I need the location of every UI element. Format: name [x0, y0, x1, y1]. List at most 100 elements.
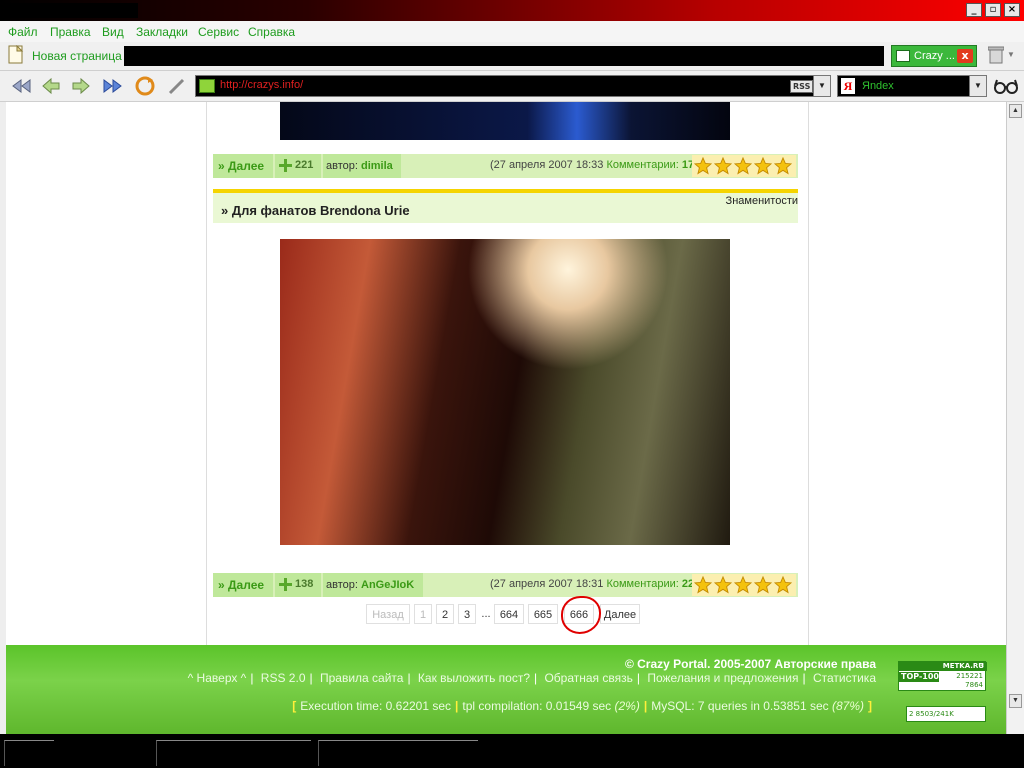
footer-link-suggestions[interactable]: Пожелания и предложения: [647, 671, 798, 685]
rss-badge[interactable]: RSS: [790, 80, 814, 93]
scroll-down-icon[interactable]: ▼: [1009, 694, 1022, 708]
fast-forward-icon[interactable]: [102, 75, 124, 97]
plus-count: 221: [295, 159, 314, 171]
scroll-up-icon[interactable]: ▲: [1009, 104, 1022, 118]
navigation-bar: http://crazys.info/ RSS ▼ Я Яndex ▼: [0, 71, 1024, 102]
pager-ellipsis: ...: [480, 604, 492, 624]
maximize-button[interactable]: ▫: [985, 3, 1001, 17]
page-viewport: » Далее 221 автор: dimila (27 апреля 200…: [6, 102, 1006, 734]
star-icon[interactable]: [714, 576, 732, 594]
edit-pen-icon[interactable]: [166, 75, 188, 97]
post-header: » Для фанатов Brendona Urie Знаменитости: [213, 193, 798, 223]
read-more-link[interactable]: » Далее: [218, 578, 264, 592]
execution-stats: [Execution time: 0.62201 sec | tpl compila…: [292, 699, 872, 713]
pager-back: Назад: [366, 604, 410, 624]
forward-arrow-icon[interactable]: [70, 75, 92, 97]
post-date: (27 апреля 2007 18:33 Комментарии: 17): [490, 159, 698, 171]
url-text[interactable]: http://crazys.info/: [220, 79, 303, 91]
menu-bookmarks[interactable]: Закладки: [136, 25, 188, 39]
footer-links: ^ Наверх ^ | RSS 2.0 | Правила сайта | Как …: [187, 671, 876, 685]
author-link[interactable]: dimila: [361, 160, 393, 172]
address-bar[interactable]: http://crazys.info/ RSS ▼: [195, 75, 831, 97]
comments-link[interactable]: Комментарии:: [606, 578, 678, 590]
pager-page[interactable]: 1: [414, 604, 432, 624]
footer-link-rss[interactable]: RSS 2.0: [261, 671, 306, 685]
footer-link-top[interactable]: ^ Наверх ^: [188, 671, 247, 685]
star-icon[interactable]: [714, 157, 732, 175]
menu-edit[interactable]: Правка: [50, 25, 91, 39]
rating-stars[interactable]: [692, 155, 796, 177]
minimize-button[interactable]: _: [966, 3, 982, 17]
star-icon[interactable]: [774, 576, 792, 594]
status-segment: [4, 740, 54, 766]
tab-crazy[interactable]: Crazy ... x: [891, 45, 977, 67]
menu-tools[interactable]: Сервис: [198, 25, 239, 39]
hit-counter[interactable]: 2 8503/241K: [906, 706, 986, 722]
vertical-scrollbar[interactable]: ▲ ▼: [1006, 102, 1024, 734]
status-segment: [156, 740, 311, 766]
chevron-down-icon[interactable]: ▼: [969, 76, 986, 96]
tab-bar: Новая страница Crazy ... x ▼: [0, 42, 1024, 71]
star-icon[interactable]: [694, 157, 712, 175]
author: автор: dimila: [326, 160, 393, 172]
star-icon[interactable]: [754, 157, 772, 175]
post-image-cropped: [280, 102, 730, 140]
star-icon[interactable]: [774, 157, 792, 175]
chevron-down-icon[interactable]: ▼: [813, 76, 830, 96]
glasses-icon[interactable]: [993, 77, 1019, 95]
site-favicon-icon: [199, 79, 215, 93]
pagination: Назад 1 2 3 ... 664 665 666 Далее: [6, 604, 1006, 624]
author-link[interactable]: AnGeJIoK: [361, 579, 414, 591]
star-icon[interactable]: [734, 576, 752, 594]
trash-icon[interactable]: [988, 46, 1004, 64]
redacted-window-title: [4, 3, 138, 18]
copyright: © Crazy Portal. 2005-2007 Авторские прав…: [624, 657, 876, 671]
close-tab-icon[interactable]: x: [957, 49, 973, 63]
status-segment: [318, 740, 478, 766]
rewind-icon[interactable]: [10, 75, 32, 97]
new-page-icon[interactable]: [8, 45, 24, 65]
rating-stars[interactable]: [692, 574, 796, 596]
yandex-logo-icon: Я: [841, 78, 855, 94]
post-info-bar: » Далее 221 автор: dimila (27 апреля 200…: [213, 154, 798, 178]
author: автор: AnGeJIoK: [326, 579, 415, 591]
site-footer: © Crazy Portal. 2005-2007 Авторские прав…: [6, 645, 1006, 734]
menu-view[interactable]: Вид: [102, 25, 124, 39]
status-bar: [0, 734, 1024, 768]
footer-link-stats[interactable]: Статистика: [813, 671, 876, 685]
menu-help[interactable]: Справка: [248, 25, 295, 39]
footer-link-feedback[interactable]: Обратная связь: [544, 671, 632, 685]
menu-bar: Файл Правка Вид Закладки Сервис Справка: [0, 21, 1024, 42]
search-engine-label[interactable]: Яndex: [862, 80, 894, 92]
reload-icon[interactable]: [134, 75, 156, 97]
comments-link[interactable]: Комментарии:: [606, 159, 678, 171]
post-date: (27 апреля 2007 18:31 Комментарии: 22): [490, 578, 698, 590]
star-icon[interactable]: [754, 576, 772, 594]
window-titlebar: _ ▫ ×: [0, 0, 1024, 21]
footer-link-rules[interactable]: Правила сайта: [320, 671, 403, 685]
post-category[interactable]: Знаменитости: [726, 195, 798, 207]
star-icon[interactable]: [694, 576, 712, 594]
plus-count: 138: [295, 578, 314, 590]
plus-icon[interactable]: [279, 159, 292, 172]
menu-file[interactable]: Файл: [8, 25, 38, 39]
search-box[interactable]: Я Яndex ▼: [837, 75, 987, 97]
pager-page[interactable]: 664: [494, 604, 524, 624]
pager-next[interactable]: Далее: [600, 604, 640, 624]
pager-page[interactable]: 665: [528, 604, 558, 624]
close-window-button[interactable]: ×: [1004, 3, 1020, 17]
chevron-down-icon[interactable]: ▼: [1007, 50, 1015, 59]
pager-page[interactable]: 3: [458, 604, 476, 624]
plus-icon[interactable]: [279, 578, 292, 591]
post-title[interactable]: » Для фанатов Brendona Urie: [221, 203, 410, 218]
new-page-label[interactable]: Новая страница: [32, 49, 122, 63]
read-more-link[interactable]: » Далее: [218, 159, 264, 173]
star-icon[interactable]: [734, 157, 752, 175]
post-photo[interactable]: [280, 239, 730, 545]
back-arrow-icon[interactable]: [40, 75, 62, 97]
top100-counter[interactable]: METKA.RU 3 TOP-100 215221 7864: [898, 661, 987, 691]
pager-page[interactable]: 2: [436, 604, 454, 624]
redacted-tabs: [124, 46, 884, 66]
footer-link-howto[interactable]: Как выложить пост?: [418, 671, 530, 685]
post-info-bar: » Далее 138 автор: AnGeJIoK (27 апреля 2…: [213, 573, 798, 597]
